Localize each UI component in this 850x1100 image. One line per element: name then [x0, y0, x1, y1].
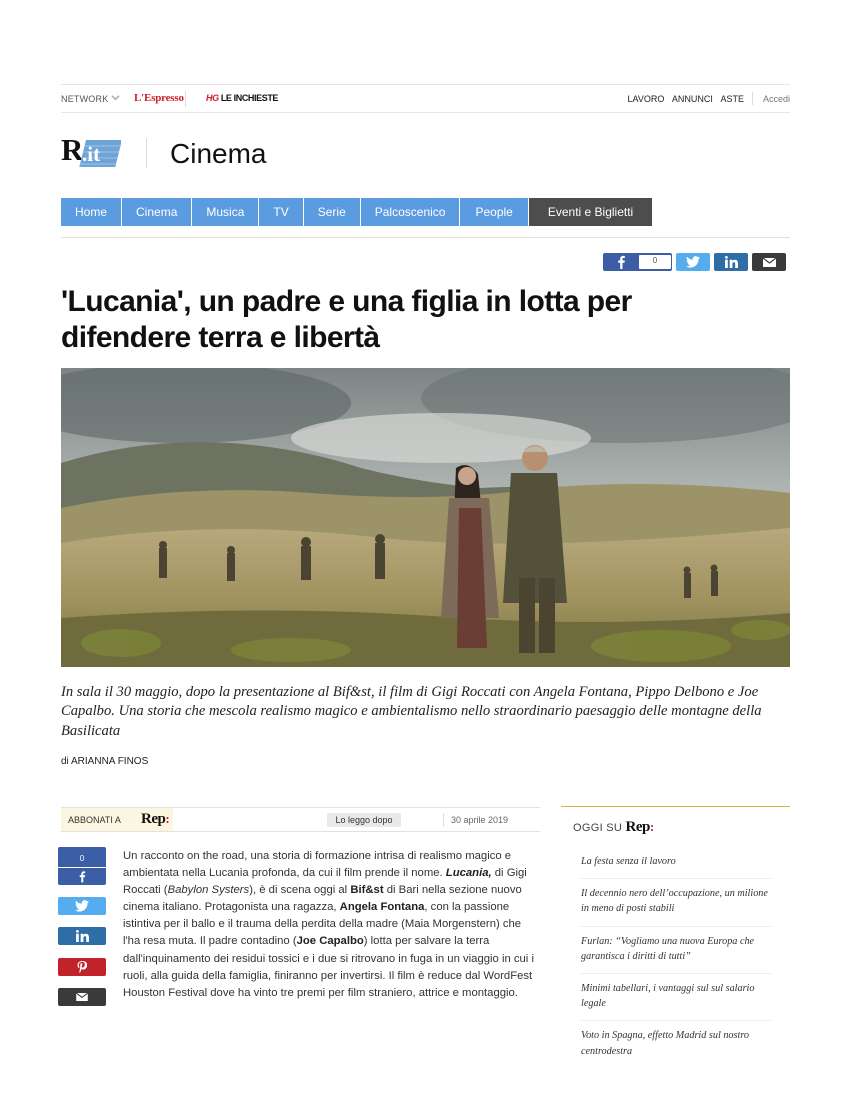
rep-logo-text: Rep: [141, 811, 166, 827]
article-date: 30 aprile 2019: [451, 815, 509, 825]
network-links: LAVORO ANNUNCI ASTE Accedi: [623, 91, 790, 105]
repubblica-logo[interactable]: R .it: [61, 132, 121, 172]
facebook-share-count: 0: [58, 849, 106, 868]
twitter-icon: [75, 900, 89, 912]
oggi-list: La festa senza il lavoro Il decennio ner…: [581, 847, 771, 1068]
list-item[interactable]: Furlan: “Vogliamo una nuova Europa che g…: [581, 927, 771, 975]
linkedin-share-button[interactable]: [714, 253, 748, 271]
article-body: Un racconto on the road, una storia di f…: [123, 848, 541, 1002]
network-label[interactable]: NETWORK: [61, 94, 108, 104]
login-link[interactable]: Accedi: [763, 94, 790, 104]
nav-item-musica[interactable]: Musica: [192, 198, 260, 226]
list-item[interactable]: Minimi tabellari, i vantaggi sul sul sal…: [581, 974, 771, 1022]
list-item[interactable]: Il decennio nero dell’occupazione, un mi…: [581, 879, 771, 927]
link-lavoro[interactable]: LAVORO: [628, 94, 665, 104]
body-italic: Babylon Systers: [167, 884, 250, 897]
twitter-share-button[interactable]: [676, 253, 710, 271]
facebook-share-button[interactable]: 0: [603, 253, 672, 271]
nav-item-eventi-biglietti[interactable]: Eventi e Biglietti: [528, 198, 653, 226]
svg-text:R: R: [61, 132, 84, 167]
twitter-icon: [686, 256, 700, 268]
article-summary: In sala il 30 maggio, dopo la presentazi…: [61, 684, 762, 739]
nav-item-home[interactable]: Home: [61, 198, 123, 226]
inchieste-logo-link[interactable]: HG LE INCHIESTE: [206, 93, 278, 103]
article-title: 'Lucania', un padre e una figlia in lott…: [61, 285, 632, 354]
article-byline[interactable]: di ARIANNA FINOS: [61, 756, 148, 767]
rep-logo[interactable]: Rep:: [141, 811, 170, 828]
mail-icon: [76, 993, 88, 1001]
rep-logo-colon: :: [649, 819, 654, 834]
list-item[interactable]: La festa senza il lavoro: [581, 847, 771, 880]
facebook-icon: [618, 255, 625, 269]
divider: [185, 91, 186, 107]
nav-item-people[interactable]: People: [460, 198, 529, 226]
body-text: ), è di scena oggi al: [249, 884, 351, 897]
rep-logo-text: Rep: [625, 819, 651, 835]
pinterest-icon: [77, 961, 87, 973]
body-bold: Bif&st: [350, 884, 384, 897]
main-nav: Home Cinema Musica TV Serie Palcoscenico…: [61, 198, 653, 226]
chevron-down-icon[interactable]: [111, 93, 120, 102]
oggi-heading: OGGI SU Rep:: [573, 819, 654, 836]
linkedin-share-vertical-button[interactable]: [58, 927, 106, 945]
link-aste[interactable]: ASTE: [720, 94, 744, 104]
espresso-logo-link[interactable]: L'Espresso: [134, 92, 184, 104]
read-later-button[interactable]: Lo leggo dopo: [327, 813, 401, 827]
svg-text:.it: .it: [82, 142, 100, 166]
mail-icon: [762, 257, 776, 267]
nav-item-serie[interactable]: Serie: [303, 198, 361, 226]
hero-image[interactable]: [61, 368, 790, 667]
inchieste-mark: HG: [206, 93, 219, 103]
facebook-icon: [79, 870, 86, 882]
section-title[interactable]: Cinema: [170, 138, 266, 170]
facebook-share-vertical-button[interactable]: 0: [58, 847, 106, 885]
rep-logo-colon: :: [165, 811, 170, 826]
divider: [146, 138, 147, 168]
nav-item-palcoscenico[interactable]: Palcoscenico: [360, 198, 461, 226]
body-bold: Angela Fontana: [339, 901, 425, 914]
oggi-su-rep-panel: OGGI SU Rep: La festa senza il lavoro Il…: [561, 806, 790, 1057]
list-item[interactable]: Voto in Spagna, effetto Madrid sul nostr…: [581, 1021, 771, 1067]
body-bold: Joe Capalbo: [296, 935, 364, 948]
email-share-vertical-button[interactable]: [58, 988, 106, 1006]
divider: [61, 237, 790, 238]
link-annunci[interactable]: ANNUNCI: [672, 94, 713, 104]
subscription-bar: ABBONATI A Rep: Lo leggo dopo 30 aprile …: [61, 807, 540, 832]
oggi-label: OGGI SU: [573, 822, 623, 834]
subscribe-label: ABBONATI A: [68, 815, 121, 825]
divider: [443, 813, 444, 827]
nav-item-tv[interactable]: TV: [259, 198, 304, 226]
email-share-button[interactable]: [752, 253, 786, 271]
rep-logo[interactable]: Rep:: [625, 819, 655, 835]
linkedin-icon: [724, 256, 738, 268]
pinterest-share-vertical-button[interactable]: [58, 958, 106, 976]
nav-item-cinema[interactable]: Cinema: [122, 198, 193, 226]
twitter-share-vertical-button[interactable]: [58, 897, 106, 915]
facebook-share-count: 0: [652, 256, 658, 265]
linkedin-icon: [75, 930, 89, 942]
body-film-title: Lucania,: [445, 867, 492, 880]
network-bar: NETWORK L'Espresso HG LE INCHIESTE LAVOR…: [61, 84, 790, 113]
divider: [752, 91, 754, 105]
inchieste-text: LE INCHIESTE: [220, 93, 279, 103]
